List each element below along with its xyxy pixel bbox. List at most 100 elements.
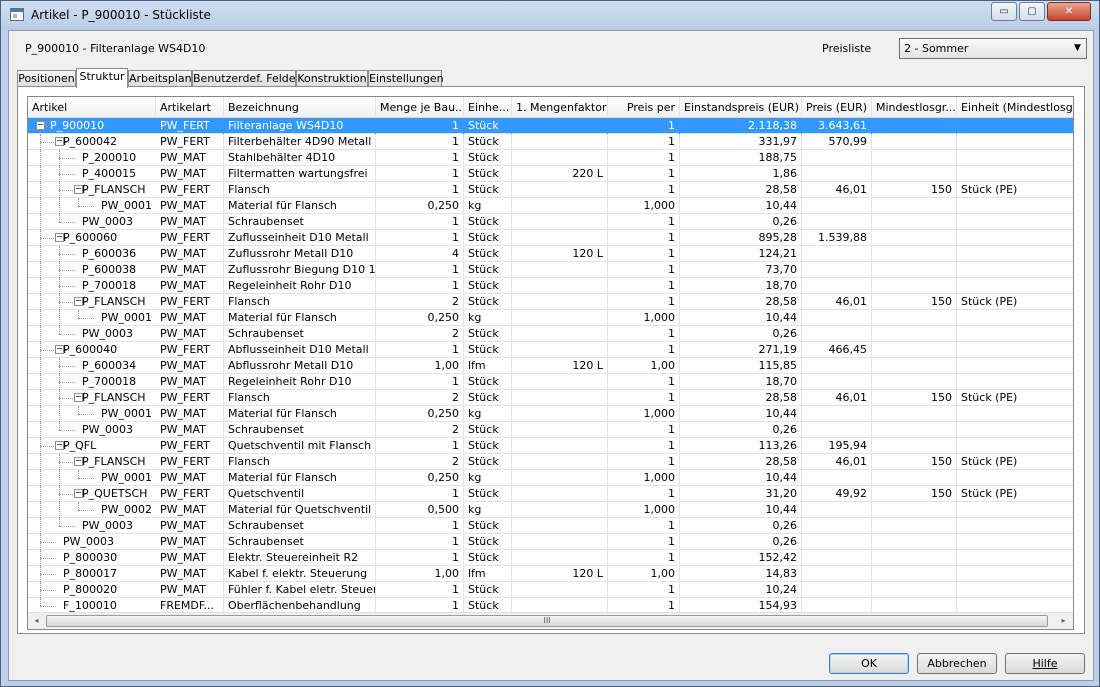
tree-row[interactable]: − P_QUETSCH PW_FERT Quetschventil 1 Stück 1 31,… xyxy=(28,486,1073,502)
tree-row[interactable]: PW_0003 PW_MAT Schraubenset 2 Stück 1 0,26 xyxy=(28,326,1073,342)
artikel-cell: PW_0001 xyxy=(101,199,153,212)
scroll-left-icon[interactable]: ◂ xyxy=(28,613,45,629)
preis-cell: 466,45 xyxy=(802,342,872,358)
einheit-cell: kg xyxy=(464,502,512,518)
ok-button[interactable]: OK xyxy=(829,653,909,674)
dropdown-arrow-icon[interactable]: ▼ xyxy=(1069,39,1086,58)
art-cell: PW_MAT xyxy=(156,470,224,486)
tree-guide-line xyxy=(40,486,41,502)
einheit_m-cell: Stück (PE) xyxy=(957,390,1073,406)
tree-row[interactable]: PW_0001 PW_MAT Material für Flansch 0,250 kg… xyxy=(28,470,1073,486)
tree-row[interactable]: − P_FLANSCH PW_FERT Flansch 2 Stück 1 28,58 46,0… xyxy=(28,454,1073,470)
tree-row[interactable]: − P_900010 PW_FERT Filteranlage WS4D10 1 Stüc… xyxy=(28,118,1073,134)
column-header-bez[interactable]: Bezeichnung xyxy=(224,97,376,118)
title-bar[interactable]: Artikel - P_900010 - Stückliste ▭ ▢ ✕ xyxy=(1,1,1099,30)
tree-row[interactable]: P_800017 PW_MAT Kabel f. elektr. Steuerung… xyxy=(28,566,1073,582)
column-header-faktor[interactable]: 1. Mengenfaktor xyxy=(512,97,608,118)
tab-arbeitsplan[interactable]: Arbeitsplan xyxy=(128,70,192,87)
tree-row[interactable]: PW_0001 PW_MAT Material für Flansch 0,250 kg… xyxy=(28,310,1073,326)
preis-cell xyxy=(802,166,872,182)
tree-guide-line xyxy=(40,454,41,470)
scroll-right-icon[interactable]: ▸ xyxy=(1055,613,1072,629)
tree-row[interactable]: − P_FLANSCH PW_FERT Flansch 2 Stück 1 28,58 46,0… xyxy=(28,390,1073,406)
tree-row[interactable]: PW_0003 PW_MAT Schraubenset 1 Stück 1 0,26 xyxy=(28,214,1073,230)
tree-row[interactable]: P_600034 PW_MAT Abflussrohr Metall D10 1,00… xyxy=(28,358,1073,374)
tree-node: P_800020 xyxy=(28,582,158,598)
tree-guide-line xyxy=(59,398,75,399)
menge-cell: 1 xyxy=(376,182,464,198)
column-header-einheit[interactable]: Einhe... xyxy=(464,97,512,118)
tree-row[interactable]: P_800020 PW_MAT Fühler f. Kabel eletr. Ste… xyxy=(28,582,1073,598)
tree-row[interactable]: − P_600040 PW_FERT Abflusseinheit D10 Metal… xyxy=(28,342,1073,358)
tree-row[interactable]: P_600036 PW_MAT Zuflussrohr Metall D10 4 Stü… xyxy=(28,246,1073,262)
tree-row[interactable]: P_200010 PW_MAT Stahlbehälter 4D10 1 Stück 1 1… xyxy=(28,150,1073,166)
artikel-cell: P_400015 xyxy=(82,167,137,180)
help-label: Hilfe xyxy=(1032,657,1058,670)
tree-node: − P_QUETSCH xyxy=(28,486,158,502)
column-header-preis[interactable]: Preis (EUR) xyxy=(802,97,872,118)
tab-einstellungen[interactable]: Einstellungen xyxy=(368,70,444,87)
help-button[interactable]: Hilfe xyxy=(1005,653,1085,674)
column-header-artikel[interactable]: Artikel xyxy=(28,97,156,118)
art-cell: PW_MAT xyxy=(156,150,224,166)
tree-row[interactable]: − P_QFL PW_FERT Quetschventil mit Flansch 1 S… xyxy=(28,438,1073,454)
tree-row[interactable]: P_400015 PW_MAT Filtermatten wartungsfrei 1… xyxy=(28,166,1073,182)
column-header-einheit_m[interactable]: Einheit (Mindestlosgr... xyxy=(957,97,1073,118)
einstand-cell: 10,44 xyxy=(680,470,802,486)
structure-tree-list[interactable]: Artikel Artikelart Bezeichnung Menge je Bau… xyxy=(27,96,1074,630)
tree-row[interactable]: PW_0003 PW_MAT Schraubenset 1 Stück 1 0,26 xyxy=(28,534,1073,550)
tree-guide-line xyxy=(40,150,41,166)
tree-row[interactable]: P_600038 PW_MAT Zuflussrohr Biegung D10 1.… xyxy=(28,262,1073,278)
tree-row[interactable]: − P_FLANSCH PW_FERT Flansch 1 Stück 1 28,58 46,0… xyxy=(28,182,1073,198)
tree-row[interactable]: P_700018 PW_MAT Regeleinheit Rohr D10 1 Stüc… xyxy=(28,374,1073,390)
menge-cell: 1 xyxy=(376,342,464,358)
column-header-menge[interactable]: Menge je Bau... xyxy=(376,97,464,118)
column-header-per[interactable]: Preis per xyxy=(608,97,680,118)
tree-node: PW_0003 xyxy=(28,534,158,550)
menge-cell: 1 xyxy=(376,278,464,294)
preisliste-select[interactable]: 2 - Sommer ▼ xyxy=(899,38,1087,59)
cancel-button[interactable]: Abbrechen xyxy=(917,653,997,674)
scroll-thumb[interactable]: III xyxy=(46,615,1048,627)
tree-row[interactable]: P_800030 PW_MAT Elektr. Steuereinheit R2 1 S… xyxy=(28,550,1073,566)
art-cell: PW_MAT xyxy=(156,326,224,342)
maximize-button[interactable]: ▢ xyxy=(1019,2,1045,21)
einheit-cell: Stück xyxy=(464,518,512,534)
tree-guide-line xyxy=(40,502,41,518)
menge-cell: 1 xyxy=(376,534,464,550)
tree-row[interactable]: P_700018 PW_MAT Regeleinheit Rohr D10 1 Stüc… xyxy=(28,278,1073,294)
tree-row[interactable]: − P_FLANSCH PW_FERT Flansch 2 Stück 1 28,58 46,0… xyxy=(28,294,1073,310)
tab-benutzerdef-felder[interactable]: Benutzerdef. Felder xyxy=(192,70,300,87)
tree-row[interactable]: PW_0001 PW_MAT Material für Flansch 0,250 kg… xyxy=(28,198,1073,214)
column-header-einstand[interactable]: Einstandspreis (EUR) xyxy=(680,97,802,118)
tab-positionen[interactable]: Positionen xyxy=(17,70,76,87)
faktor-cell xyxy=(512,390,608,406)
preis-cell xyxy=(802,502,872,518)
tree-row[interactable]: PW_0001 PW_MAT Material für Flansch 0,250 kg… xyxy=(28,406,1073,422)
tree-row[interactable]: PW_0003 PW_MAT Schraubenset 2 Stück 1 0,26 xyxy=(28,422,1073,438)
tab-konstruktion[interactable]: Konstruktion xyxy=(296,70,368,87)
close-button[interactable]: ✕ xyxy=(1047,2,1091,21)
preis-cell xyxy=(802,406,872,422)
collapse-icon[interactable]: − xyxy=(36,121,45,130)
tree-row[interactable]: PW_0002 PW_MAT Material für Quetschventil 0… xyxy=(28,502,1073,518)
faktor-cell: 120 L xyxy=(512,566,608,582)
mindest-cell: 150 xyxy=(872,294,957,310)
mindest-cell: 150 xyxy=(872,454,957,470)
art-cell: PW_FERT xyxy=(156,390,224,406)
menge-cell: 0,250 xyxy=(376,198,464,214)
bez-cell: Elektr. Steuereinheit R2 xyxy=(224,550,376,566)
tree-row[interactable]: − P_600042 PW_FERT Filterbehälter 4D90 Meta… xyxy=(28,134,1073,150)
horizontal-scrollbar[interactable]: ◂ III ▸ xyxy=(28,612,1073,629)
ok-label: OK xyxy=(861,657,877,670)
minimize-button[interactable]: ▭ xyxy=(991,2,1017,21)
mindest-cell xyxy=(872,262,957,278)
tree-guide-line xyxy=(40,542,56,543)
art-cell: PW_MAT xyxy=(156,166,224,182)
column-header-mindest[interactable]: Mindestlosgr... xyxy=(872,97,957,118)
tab-struktur[interactable]: Struktur xyxy=(76,68,128,88)
tree-row[interactable]: − P_600060 PW_FERT Zuflusseinheit D10 Metal… xyxy=(28,230,1073,246)
column-header-art[interactable]: Artikelart xyxy=(156,97,224,118)
tree-row[interactable]: PW_0003 PW_MAT Schraubenset 1 Stück 1 0,26 xyxy=(28,518,1073,534)
art-cell: PW_FERT xyxy=(156,182,224,198)
